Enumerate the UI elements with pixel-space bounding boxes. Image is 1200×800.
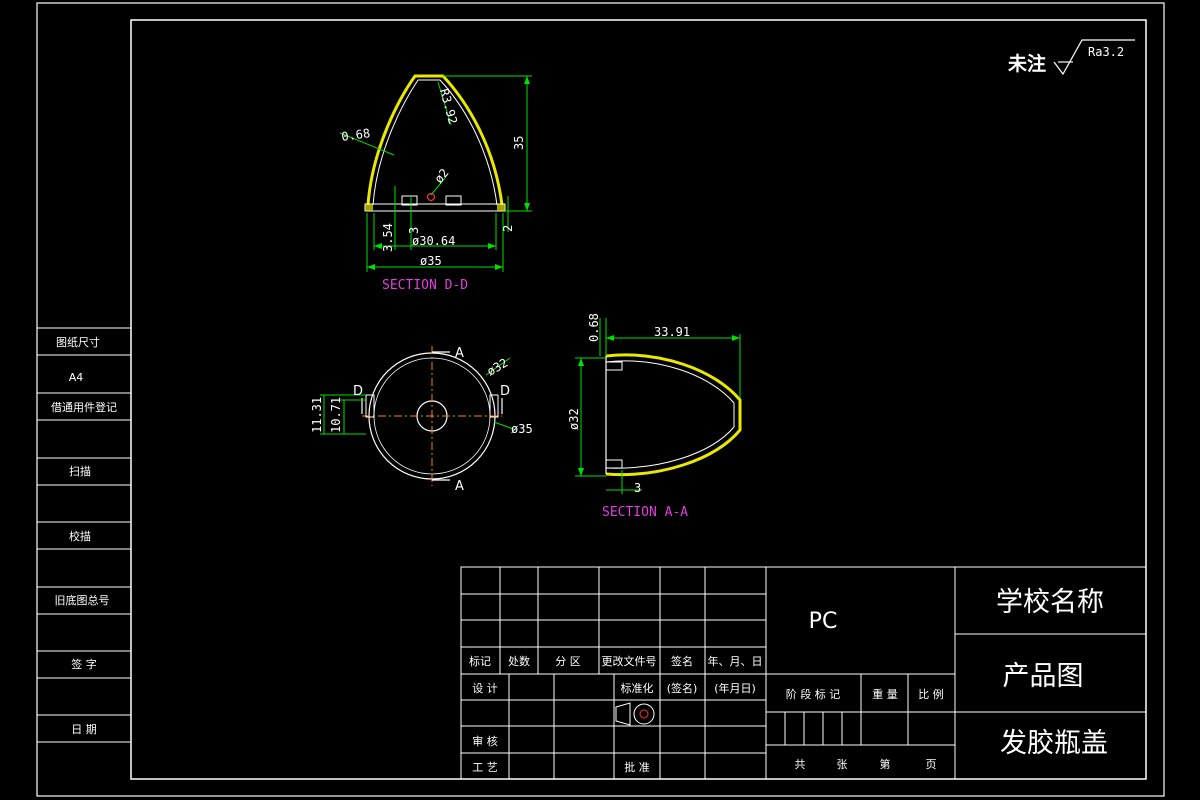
dim-d35-top: ø35 <box>511 422 533 436</box>
dim-aa-33-91: 33.91 <box>654 325 690 339</box>
rev-header-date: 年、月、日 <box>708 654 763 668</box>
section-aa-title: SECTION A-A <box>602 505 688 520</box>
date-paren-label: (年月日) <box>714 681 756 695</box>
approve-label: 批 准 <box>624 760 650 774</box>
date-label: 日 期 <box>71 723 97 736</box>
rev-header-change-doc: 更改文件号 <box>602 654 657 668</box>
paper-size-value: A4 <box>69 371 84 384</box>
scan-label: 扫描 <box>69 464 91 478</box>
rev-header-signature: 签名 <box>671 654 693 668</box>
outer-frame <box>36 2 1165 797</box>
section-dd-title: SECTION D-D <box>382 278 468 293</box>
cad-drawing: 图纸尺寸 A4 借通用件登记 扫描 校描 旧底图总号 签 字 日 期 未注 Ra… <box>36 2 1165 797</box>
stage-mark-label: 阶 段 标 记 <box>786 687 841 701</box>
roughness-prefix: 未注 <box>1007 52 1046 75</box>
cut-d-right: D <box>500 384 510 399</box>
sheets-label: 张 <box>837 758 848 771</box>
dim-10-71: 10.71 <box>329 397 343 433</box>
borrow-register-label: 借通用件登记 <box>51 400 117 414</box>
dim-aa-0-68: 0.68 <box>587 313 601 342</box>
dim-hole: ø2 <box>432 166 452 186</box>
dim-aa-3: 3 <box>634 481 641 495</box>
sign-paren-label: (签名) <box>667 681 698 695</box>
scale-label: 比 例 <box>918 687 944 701</box>
paper-size-label: 图纸尺寸 <box>56 335 100 349</box>
dim-3: 3 <box>407 227 421 234</box>
rev-header-count: 处数 <box>508 655 530 668</box>
dim-d32-top: ø32 <box>485 356 511 379</box>
dim-30-64: ø30.64 <box>412 234 455 248</box>
weight-label: 重 量 <box>872 687 898 701</box>
standardize-label: 标准化 <box>621 681 654 695</box>
roughness-value: Ra3.2 <box>1088 45 1124 59</box>
dim-3-54: 3.54 <box>381 223 395 252</box>
cut-d-left: D <box>353 384 363 399</box>
dim-height: 35 <box>512 136 526 150</box>
cut-a-bottom: A <box>455 479 464 494</box>
old-drawing-no-label: 旧底图总号 <box>55 593 110 607</box>
rev-header-zone: 分 区 <box>555 655 581 668</box>
section-dd-view: 0.68 R3.92 35 ø2 3.54 3 ø30.64 ø35 2 SEC… <box>339 74 532 293</box>
proof-label: 校描 <box>69 529 91 543</box>
top-view: A A D D ø32 ø35 11.31 10.71 <box>310 346 533 494</box>
part-name: 发胶瓶盖 <box>1000 728 1108 759</box>
page-label: 页 <box>926 758 937 771</box>
design-label: 设 计 <box>472 682 498 695</box>
rev-header-mark: 标记 <box>469 654 491 668</box>
dim-11-31: 11.31 <box>310 397 324 433</box>
school-name: 学校名称 <box>996 587 1104 618</box>
dim-aa-d32: ø32 <box>567 408 581 430</box>
drawing-type: 产品图 <box>1003 661 1084 692</box>
signature-label: 签 字 <box>71 657 97 671</box>
cut-a-top: A <box>455 346 464 361</box>
total-label: 共 <box>795 758 806 771</box>
nth-label: 第 <box>880 757 891 771</box>
material-value: PC <box>809 609 838 634</box>
process-label: 工 艺 <box>472 761 498 774</box>
review-label: 审 核 <box>472 734 498 748</box>
dim-wall: 0.68 <box>340 126 371 144</box>
dim-35: ø35 <box>420 254 442 268</box>
section-aa-view: 0.68 33.91 ø32 3 SECTION A-A <box>567 313 742 520</box>
projection-symbol-icon <box>615 702 655 726</box>
dim-2: 2 <box>501 225 515 232</box>
